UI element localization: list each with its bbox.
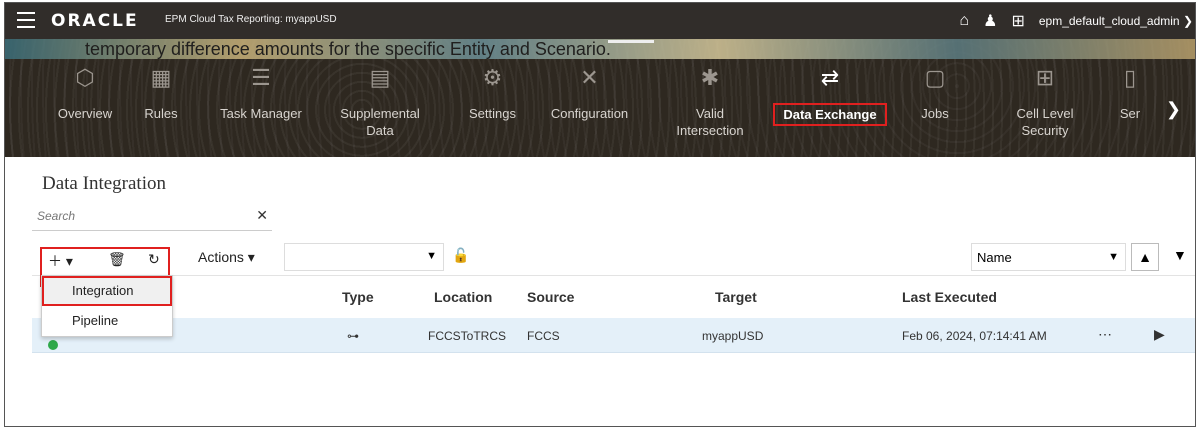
tools-icon: ✕ — [580, 65, 599, 90]
actions-menu[interactable]: Actions ▾ — [198, 249, 255, 266]
oracle-logo: ORACLE — [51, 11, 139, 31]
search-input[interactable]: Search ✕ — [32, 202, 272, 231]
nav-data-exchange[interactable]: ⇄ Data Exchange — [770, 63, 890, 126]
nav-label: Overview — [57, 106, 113, 121]
refresh-icon[interactable]: ↻ — [148, 251, 160, 268]
nav-configuration[interactable]: ✕ Configuration — [537, 63, 642, 122]
cell-source: FCCS — [527, 329, 560, 343]
doc-icon: ▯ — [1123, 65, 1137, 90]
cell-target: myappUSD — [702, 329, 764, 343]
nav-label: Jobs — [921, 106, 949, 121]
column-header-location[interactable]: Location — [434, 289, 492, 305]
page-title: Data Integration — [42, 173, 166, 194]
hamburger-menu-icon[interactable] — [17, 12, 35, 28]
cell-type: ⊶ — [347, 329, 359, 343]
nav-label: Supplemental Data — [340, 106, 420, 138]
app-frame: ORACLE EPM Cloud Tax Reporting: myappUSD… — [4, 2, 1196, 427]
nav-label: Valid Intersection — [676, 106, 744, 138]
nav-supplemental-data[interactable]: ▤ Supplemental Data — [325, 63, 435, 139]
add-dropdown-menu: Integration Pipeline — [41, 275, 173, 337]
nav-ser[interactable]: ▯ Ser — [1110, 63, 1150, 122]
exchange-icon: ⇄ — [820, 65, 840, 90]
chevron-down-icon: ▼ — [1108, 251, 1119, 263]
nav-label: Cell Level Security — [1016, 106, 1074, 138]
column-header-target[interactable]: Target — [715, 289, 757, 305]
nav-jobs[interactable]: ▢ Jobs — [905, 63, 965, 122]
banner-text: temporary difference amounts for the spe… — [85, 39, 611, 59]
nav-label: Rules — [144, 106, 178, 121]
add-button[interactable]: ＋ ▾ — [48, 251, 73, 271]
nav-task-manager[interactable]: ☰ Task Manager — [208, 63, 314, 122]
run-icon[interactable]: ▶ — [1154, 326, 1165, 343]
user-menu[interactable]: epm_default_cloud_admin ❯ — [1039, 14, 1193, 28]
nav-settings[interactable]: ⚙ Settings — [455, 63, 530, 122]
toolbar: ＋ ▾ 🗑 ↻ Actions ▾ ▼ 🔓 Name ▼ ▲ ▼ — [32, 239, 1195, 287]
filter-select[interactable]: ▼ — [284, 243, 444, 271]
status-icon — [48, 340, 58, 350]
gear-icon: ⚙ — [482, 65, 503, 90]
nav-label: Configuration — [550, 106, 629, 121]
app-title: EPM Cloud Tax Reporting: myappUSD — [165, 14, 337, 25]
checklist-icon: ☰ — [251, 65, 271, 90]
calculator-icon: ▦ — [150, 65, 172, 90]
chevron-right-icon[interactable]: ❯ — [1166, 99, 1181, 120]
table-icon: ▤ — [369, 65, 391, 90]
navigator-icon[interactable]: ⊞ — [1011, 11, 1024, 31]
navigation-band: temporary difference amounts for the spe… — [5, 39, 1195, 157]
sort-ascending-button[interactable]: ▲ — [1131, 243, 1159, 271]
cell-last-executed: Feb 06, 2024, 07:14:41 AM — [902, 329, 1047, 343]
column-header-last-executed[interactable]: Last Executed — [902, 289, 997, 305]
cube-icon: ⬡ — [75, 65, 95, 90]
clipboard-icon: ▢ — [924, 65, 946, 90]
actions-label: Actions — [198, 249, 244, 265]
intersection-icon: ✱ — [700, 65, 720, 90]
top-bar: ORACLE EPM Cloud Tax Reporting: myappUSD… — [5, 3, 1195, 39]
home-icon[interactable]: ⌂ — [959, 12, 969, 30]
chevron-down-icon: ▼ — [426, 250, 437, 262]
column-header-source[interactable]: Source — [527, 289, 574, 305]
delete-icon[interactable]: 🗑 — [108, 251, 126, 268]
table-row[interactable]: ⊶ FCCSToTRCS FCCS myappUSD Feb 06, 2024,… — [32, 318, 1195, 353]
announcement-banner: temporary difference amounts for the spe… — [5, 39, 1195, 59]
nav-overview[interactable]: ⬡ Overview — [45, 63, 125, 122]
nav-scroll-indicator[interactable] — [608, 40, 654, 43]
grid-lock-icon: ⊞ — [1035, 65, 1055, 90]
top-icons: ⌂ ♟ ⊞ epm_default_cloud_admin ❯ — [959, 3, 1193, 39]
nav-label: Settings — [469, 106, 516, 121]
accessibility-icon[interactable]: ♟ — [983, 11, 997, 31]
cell-location: FCCSToTRCS — [428, 329, 507, 343]
sort-select[interactable]: Name ▼ — [971, 243, 1126, 271]
nav-label: Ser — [1119, 106, 1141, 121]
nav-label: Task Manager — [220, 106, 302, 121]
clear-icon[interactable]: ✕ — [256, 207, 268, 224]
menu-item-pipeline[interactable]: Pipeline — [42, 306, 172, 336]
nav-valid-intersection[interactable]: ✱ Valid Intersection — [665, 63, 755, 139]
sort-descending-button[interactable]: ▼ — [1173, 247, 1187, 263]
nav-cell-level-security[interactable]: ⊞ Cell Level Security — [1000, 63, 1090, 139]
nav-rules[interactable]: ▦ Rules — [131, 63, 191, 122]
search-placeholder: Search — [37, 209, 76, 223]
menu-item-integration[interactable]: Integration — [42, 276, 172, 306]
unlock-icon[interactable]: 🔓 — [452, 247, 469, 264]
sort-label: Name — [977, 250, 1012, 265]
nav-label: Data Exchange — [773, 103, 887, 126]
column-header-type[interactable]: Type — [342, 289, 374, 305]
more-actions-icon[interactable]: ⋯ — [1098, 326, 1112, 343]
